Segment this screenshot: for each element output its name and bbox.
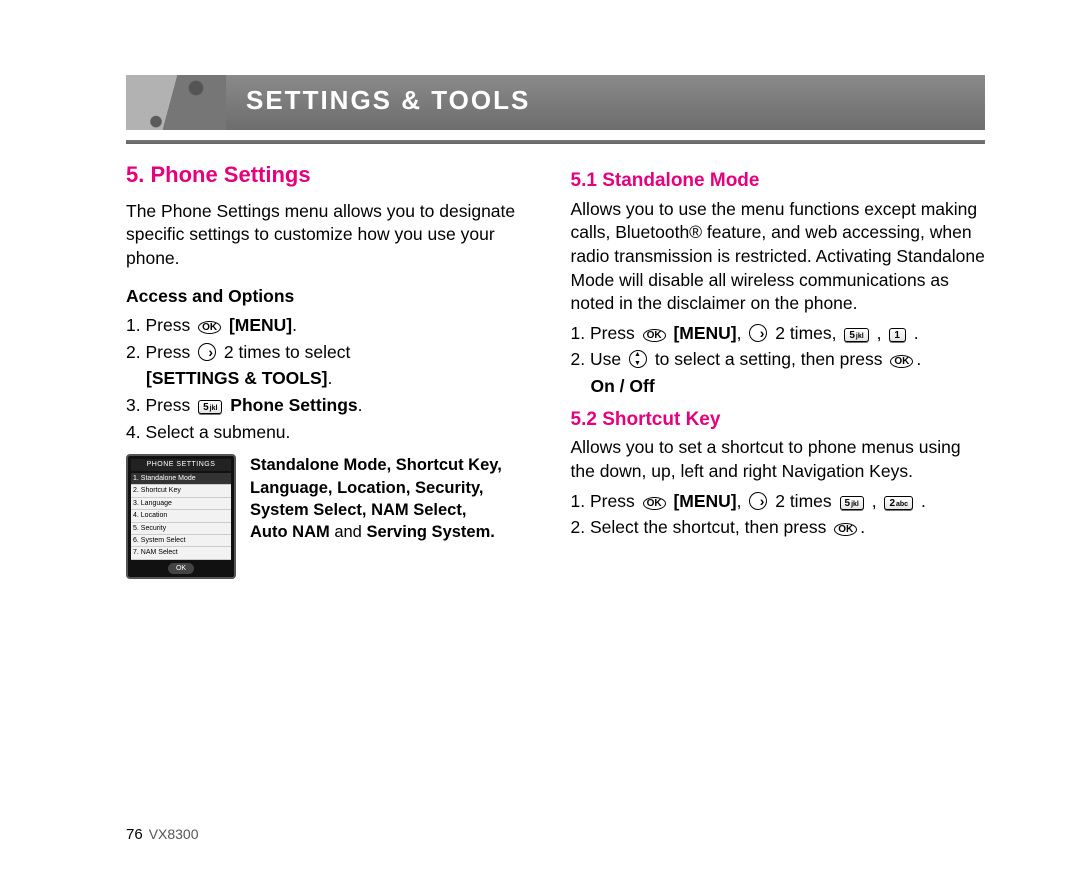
screen-softkey: OK (168, 563, 194, 574)
sk-step-2: 2. Select the shortcut, then press OK. (571, 516, 986, 540)
phone-screen-mockup: PHONE SETTINGS 1. Standalone Mode 2. Sho… (126, 454, 236, 579)
screen-title: PHONE SETTINGS (131, 459, 231, 470)
banner-title: SETTINGS & TOOLS (246, 85, 530, 116)
heading-standalone-mode: 5.1 Standalone Mode (571, 168, 986, 194)
intro-text: The Phone Settings menu allows you to de… (126, 200, 541, 271)
nav-right-icon (198, 343, 216, 361)
step-2b: [SETTINGS & TOOLS]. (126, 367, 541, 391)
key-5-icon: 5jkl (198, 400, 222, 414)
submenu-list-text: Standalone Mode, Shortcut Key, Language,… (250, 454, 502, 543)
screen-item: 1. Standalone Mode (131, 473, 231, 485)
key-1-icon: 1 (889, 328, 906, 342)
banner-underline (126, 140, 985, 144)
heading-phone-settings: 5. Phone Settings (126, 160, 541, 190)
step-1: 1. Press OK [MENU]. (126, 314, 541, 338)
model-number: VX8300 (149, 826, 199, 842)
nav-right-icon (749, 324, 767, 342)
step-4: 4. Select a submenu. (126, 421, 541, 445)
key-5-icon: 5jkl (840, 496, 864, 510)
screen-item: 7. NAM Select (131, 547, 231, 559)
ok-key-icon: OK (890, 355, 913, 368)
standalone-desc: Allows you to use the menu functions exc… (571, 198, 986, 316)
ok-key-icon: OK (834, 523, 857, 536)
nav-updown-icon (629, 350, 647, 368)
screen-item: 3. Language (131, 498, 231, 510)
key-2-icon: 2abc (884, 496, 913, 510)
shortcut-desc: Allows you to set a shortcut to phone me… (571, 436, 986, 483)
nav-right-icon (749, 492, 767, 510)
header-banner: SETTINGS & TOOLS (126, 75, 985, 130)
page-number: 76 (126, 826, 143, 843)
key-5-icon: 5jkl (844, 328, 868, 342)
screen-item: 5. Security (131, 523, 231, 535)
ok-key-icon: OK (198, 321, 221, 334)
on-off-label: On / Off (571, 375, 986, 399)
ok-key-icon: OK (643, 329, 666, 342)
step-2: 2. Press 2 times to select (126, 341, 541, 365)
sk-step-1: 1. Press OK [MENU], 2 times 5jkl , 2abc … (571, 490, 986, 514)
heading-shortcut-key: 5.2 Shortcut Key (571, 407, 986, 433)
header-photo (126, 75, 226, 130)
screen-item: 2. Shortcut Key (131, 485, 231, 497)
ok-key-icon: OK (643, 497, 666, 510)
page-footer: 76 VX8300 (126, 826, 199, 843)
sm-step-1: 1. Press OK [MENU], 2 times, 5jkl , 1 . (571, 322, 986, 346)
left-column: 5. Phone Settings The Phone Settings men… (126, 160, 541, 579)
screen-item: 6. System Select (131, 535, 231, 547)
sm-step-2: 2. Use to select a setting, then press O… (571, 348, 986, 372)
access-options-heading: Access and Options (126, 285, 541, 309)
screen-item: 4. Location (131, 510, 231, 522)
step-3: 3. Press 5jkl Phone Settings. (126, 394, 541, 418)
right-column: 5.1 Standalone Mode Allows you to use th… (571, 160, 986, 579)
